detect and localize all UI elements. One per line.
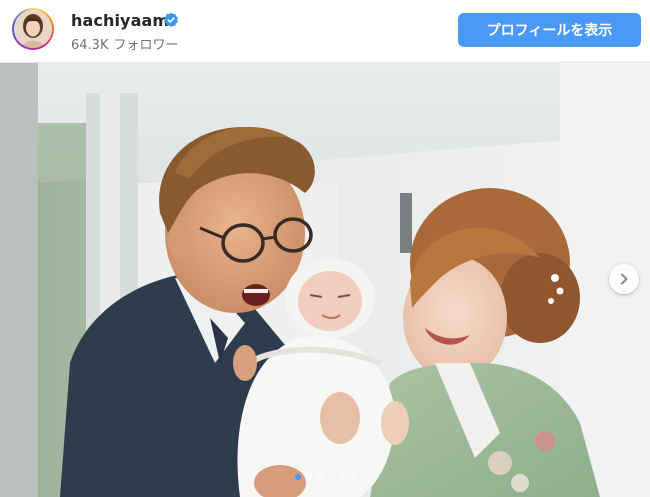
family-photo	[0, 63, 650, 497]
avatar[interactable]	[14, 10, 52, 48]
carousel-dot	[305, 474, 312, 480]
post-photo[interactable]	[0, 63, 650, 497]
follower-info: 64.3K フォロワー	[71, 34, 184, 53]
follower-count: 64.3K	[71, 38, 109, 53]
instagram-post: hachiyaami 64.3K フォロワー プロフィールを表示	[0, 0, 650, 497]
verified-badge-icon	[164, 12, 178, 27]
post-header: hachiyaami 64.3K フォロワー プロフィールを表示	[0, 0, 650, 63]
avatar-image	[14, 10, 52, 48]
view-profile-button[interactable]: プロフィールを表示	[458, 13, 641, 47]
carousel-dot	[294, 474, 301, 480]
carousel-dot	[316, 474, 323, 480]
username[interactable]: hachiyaami	[71, 11, 175, 30]
chevron-right-icon	[621, 273, 628, 285]
story-ring[interactable]	[12, 8, 54, 50]
carousel-dot	[327, 474, 334, 480]
carousel-dot	[349, 474, 356, 480]
carousel-dot	[338, 474, 345, 480]
carousel-indicator	[280, 474, 370, 482]
follower-label: フォロワー	[113, 38, 179, 53]
carousel-next-button[interactable]	[609, 264, 639, 294]
